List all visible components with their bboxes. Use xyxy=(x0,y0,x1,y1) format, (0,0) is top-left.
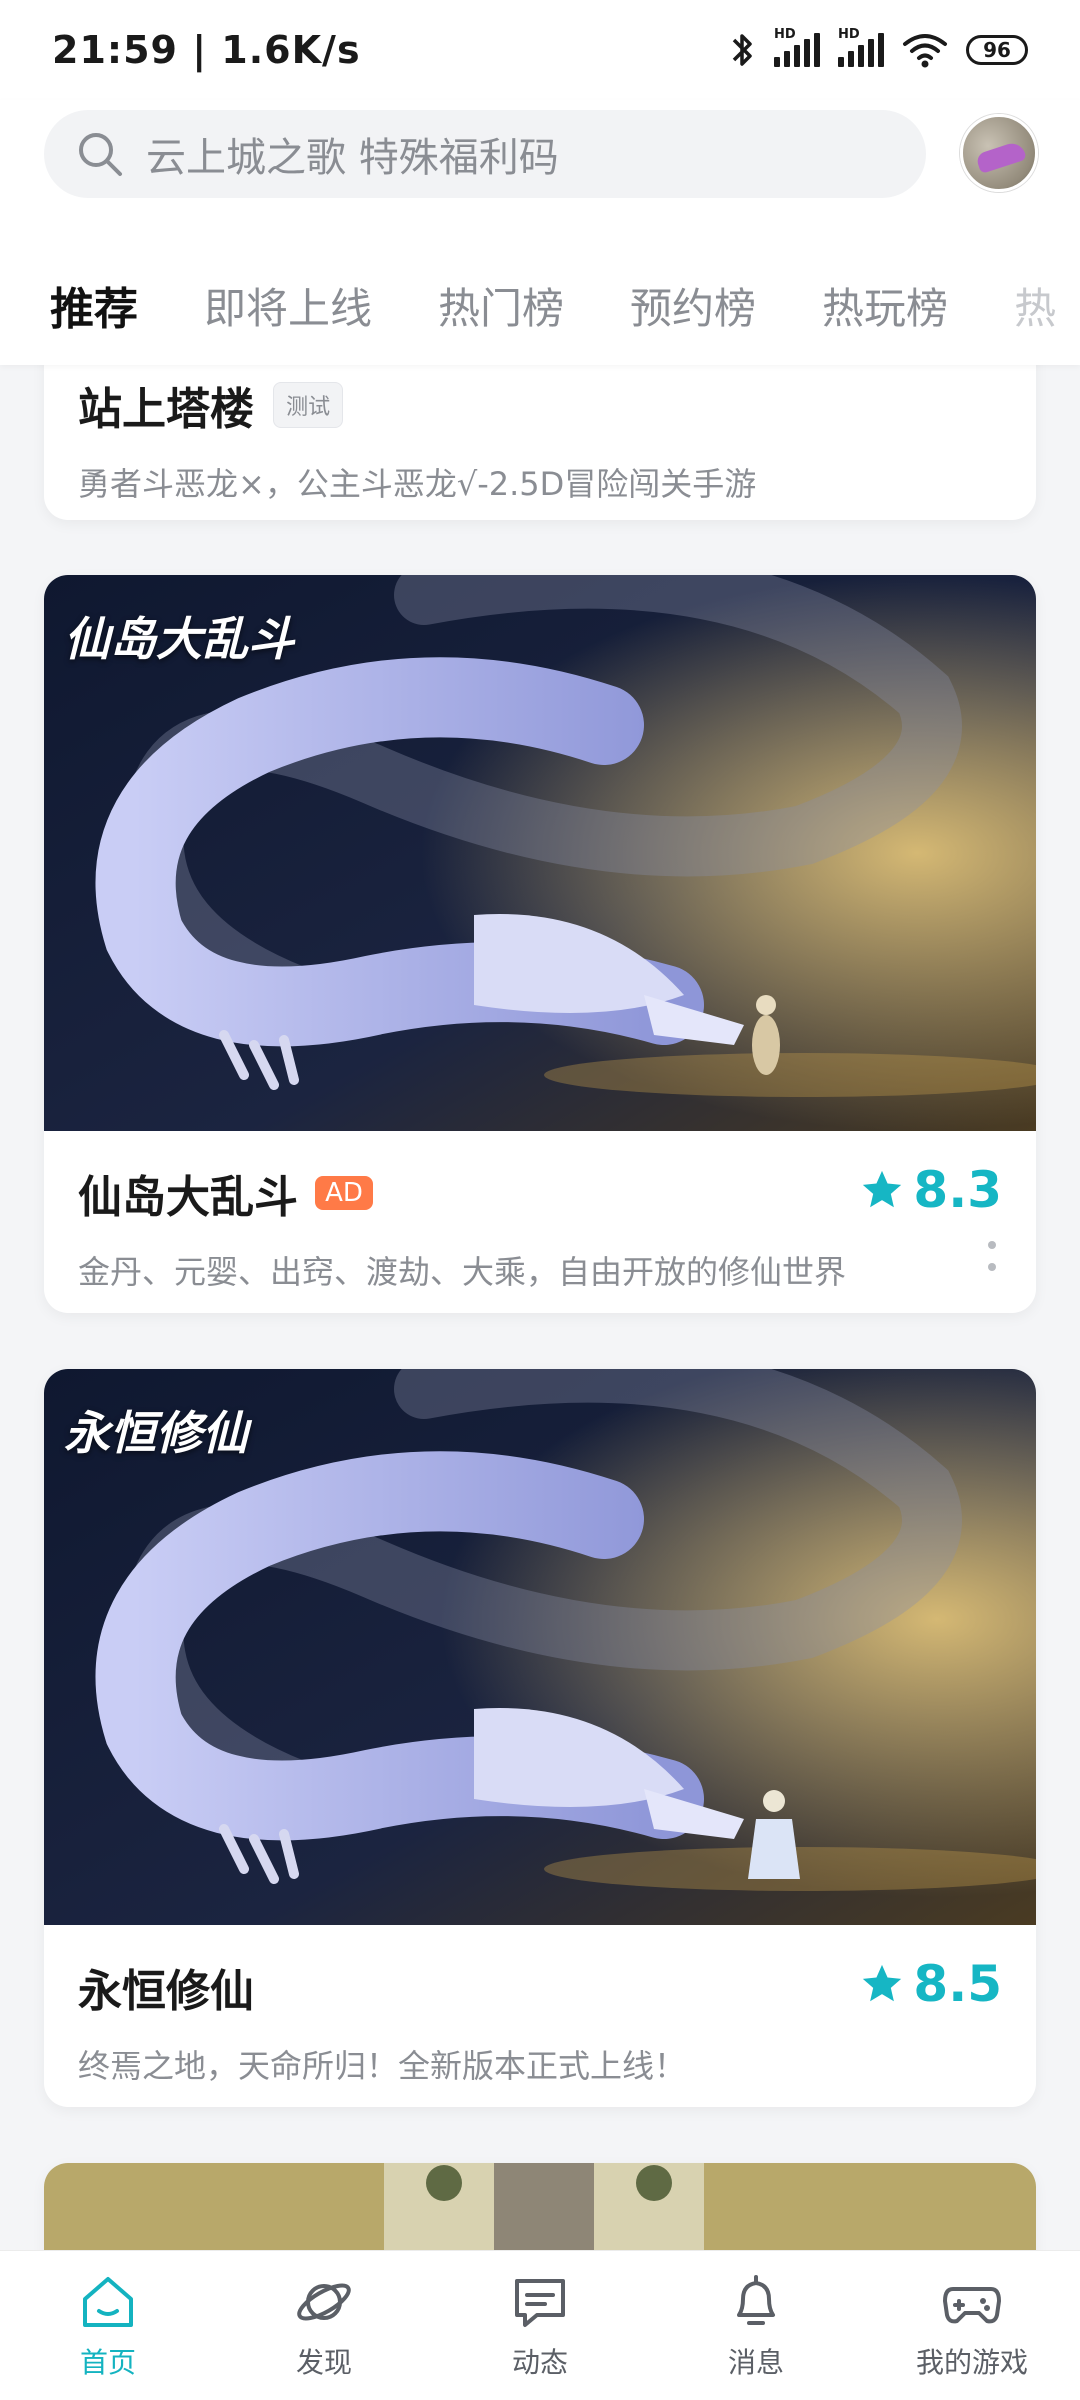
game-card[interactable]: 站上塔楼 测试 勇者斗恶龙×，公主斗恶龙√-2.5D冒险闯关手游 xyxy=(44,365,1036,520)
app-screen: 21:59 | 1.6K/s HD HD 96 云上城之歌 特殊福利码 推荐 即… xyxy=(0,0,1080,2400)
search-placeholder: 云上城之歌 特殊福利码 xyxy=(146,135,559,181)
home-icon xyxy=(83,2276,133,2327)
nav-label: 消息 xyxy=(727,2345,784,2379)
nav-home[interactable]: 首页 xyxy=(18,2271,198,2381)
nav-label: 动态 xyxy=(511,2345,568,2379)
tab-reservation-chart[interactable]: 预约榜 xyxy=(630,275,756,336)
test-tag: 测试 xyxy=(273,382,344,428)
tab-hot-play-chart[interactable]: 热玩榜 xyxy=(822,275,948,336)
rating-value: 8.5 xyxy=(913,1955,1002,2013)
cellular-signal-icon-2: HD xyxy=(838,27,884,67)
rating-value: 8.3 xyxy=(913,1161,1002,1219)
search-icon xyxy=(79,133,122,176)
banner-logo-text: 仙岛大乱斗 xyxy=(64,612,294,666)
status-bar: 21:59 | 1.6K/s HD HD 96 xyxy=(0,0,1080,100)
rating-score: 8.5 xyxy=(859,1955,1002,2013)
game-banner-image: 永恒修仙 xyxy=(44,1369,1036,1925)
avatar[interactable] xyxy=(960,114,1038,192)
more-options-icon[interactable] xyxy=(988,1241,998,1281)
tab-recommended[interactable]: 推荐 xyxy=(50,273,138,337)
game-description: 金丹、元婴、出窍、渡劫、大乘，自由开放的修仙世界 xyxy=(78,1253,847,1291)
banner-logo-text: 永恒修仙 xyxy=(64,1406,248,1460)
game-title: 站上塔楼 xyxy=(78,384,254,435)
game-banner-image: 仙岛大乱斗 xyxy=(44,575,1036,1131)
game-title: 仙岛大乱斗 xyxy=(78,1172,298,1223)
nav-label: 发现 xyxy=(295,2345,352,2379)
game-banner-image xyxy=(44,2163,1036,2250)
category-tabs: 推荐 即将上线 热门榜 预约榜 热玩榜 热 xyxy=(0,250,1080,360)
chat-icon xyxy=(515,2278,565,2327)
search-bar[interactable]: 云上城之歌 特殊福利码 xyxy=(44,110,926,198)
nav-label: 我的游戏 xyxy=(915,2345,1028,2379)
nav-messages[interactable]: 消息 xyxy=(666,2271,846,2381)
status-icons: HD HD 96 xyxy=(730,27,1028,70)
rating-score: 8.3 xyxy=(859,1161,1002,1219)
cellular-signal-icon: HD xyxy=(774,27,820,67)
game-description: 勇者斗恶龙×，公主斗恶龙√-2.5D冒险闯关手游 xyxy=(78,465,757,503)
battery-indicator: 96 xyxy=(966,35,1028,65)
top-header: 云上城之歌 特殊福利码 推荐 即将上线 热门榜 预约榜 热玩榜 热 xyxy=(0,100,1080,365)
game-feed: 站上塔楼 测试 勇者斗恶龙×，公主斗恶龙√-2.5D冒险闯关手游 仙岛大乱斗 仙… xyxy=(0,365,1080,2250)
wifi-icon xyxy=(903,34,947,68)
game-card[interactable] xyxy=(44,2163,1036,2250)
nav-my-games[interactable]: 我的游戏 xyxy=(882,2271,1062,2381)
game-card[interactable]: 永恒修仙 永恒修仙 8.5 终焉之地，天命所归！全新版本正式上线！ xyxy=(44,1369,1036,2107)
game-description: 终焉之地，天命所归！全新版本正式上线！ xyxy=(78,2047,687,2085)
status-time-speed: 21:59 | 1.6K/s xyxy=(52,28,361,72)
tab-popular-chart[interactable]: 热门榜 xyxy=(438,275,564,336)
nav-discover[interactable]: 发现 xyxy=(234,2271,414,2381)
bell-icon xyxy=(737,2274,775,2325)
game-title: 永恒修仙 xyxy=(78,1966,254,2017)
tab-coming-soon[interactable]: 即将上线 xyxy=(204,275,372,336)
nav-label: 首页 xyxy=(79,2345,136,2379)
bluetooth-icon xyxy=(732,34,752,66)
planet-icon xyxy=(297,2283,351,2320)
ad-badge: AD xyxy=(315,1176,373,1210)
tab-overflow[interactable]: 热 xyxy=(1014,275,1056,336)
bottom-navigation: 首页 发现 动态 消息 我的游戏 xyxy=(0,2250,1080,2400)
game-card[interactable]: 仙岛大乱斗 仙岛大乱斗 AD 8.3 金丹、元婴、出窍、渡劫、大乘，自由开放的修… xyxy=(44,575,1036,1313)
star-icon xyxy=(863,1170,902,1208)
nav-feed[interactable]: 动态 xyxy=(450,2271,630,2381)
star-icon xyxy=(863,1964,902,2002)
gamepad-icon xyxy=(943,2286,1001,2323)
